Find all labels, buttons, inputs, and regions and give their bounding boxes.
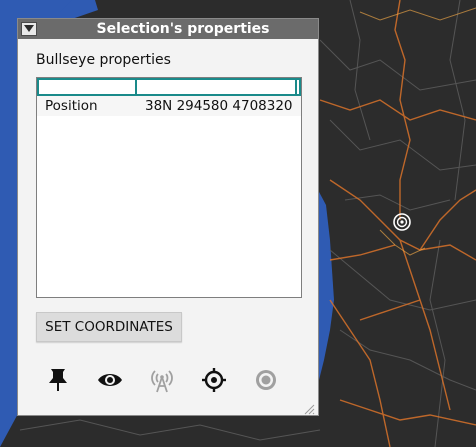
bullseye-button[interactable] — [250, 363, 282, 395]
bullseye-icon — [256, 370, 276, 390]
properties-table[interactable]: Position 38N 294580 4708320 — [36, 77, 302, 298]
antenna-icon — [151, 370, 173, 393]
collapse-button[interactable] — [21, 22, 37, 36]
row-value: 38N 294580 4708320 — [145, 98, 293, 114]
pin-button[interactable] — [42, 363, 74, 395]
header-cell-key[interactable] — [39, 80, 137, 94]
crosshair-icon — [202, 368, 226, 392]
panel-title: Selection's properties — [96, 21, 270, 37]
set-coordinates-button[interactable]: SET COORDINATES — [36, 312, 182, 342]
pin-icon — [49, 369, 67, 391]
selection-properties-panel: Selection's properties Bullseye properti… — [17, 18, 319, 416]
section-label: Bullseye properties — [36, 52, 171, 68]
row-key: Position — [45, 98, 98, 114]
visibility-button[interactable] — [94, 363, 126, 395]
triangle-down-icon — [24, 25, 34, 32]
panel-toolbar — [18, 363, 318, 399]
panel-titlebar[interactable]: Selection's properties — [18, 19, 318, 39]
eye-icon — [98, 374, 122, 386]
table-row[interactable]: Position 38N 294580 4708320 — [37, 96, 301, 116]
header-cell-value[interactable] — [137, 80, 297, 94]
broadcast-button[interactable] — [146, 363, 178, 395]
table-header — [37, 78, 301, 96]
locate-button[interactable] — [198, 363, 230, 395]
resize-grip-icon — [304, 404, 315, 415]
resize-grip[interactable] — [303, 400, 315, 415]
